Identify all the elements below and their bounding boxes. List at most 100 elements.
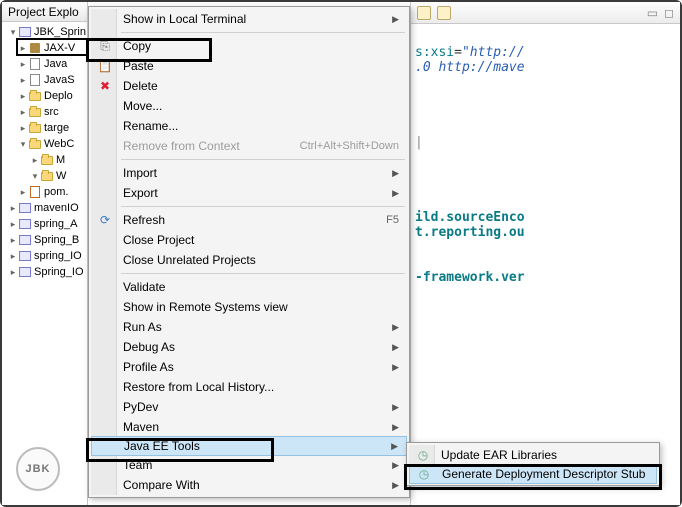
tree-item[interactable]: ▸mavenIO xyxy=(2,200,87,216)
menu-item-remove-from-context: Remove from ContextCtrl+Alt+Shift+Down xyxy=(91,136,407,156)
toolbar-button-icon[interactable] xyxy=(437,6,451,20)
tree-item-selected[interactable]: ▾ JBK_Sprin xyxy=(2,24,87,40)
tree-item[interactable]: ▸targe xyxy=(2,120,87,136)
action-icon: ◷ xyxy=(415,447,431,463)
menu-item-show-in-remote-systems-view[interactable]: Show in Remote Systems view xyxy=(91,297,407,317)
tree-label: JavaS xyxy=(44,74,75,86)
submenu-item-generate-deployment-descriptor-stub[interactable]: ◷Generate Deployment Descriptor Stub xyxy=(409,464,657,484)
expand-icon: ▸ xyxy=(18,59,28,70)
menu-item-validate[interactable]: Validate xyxy=(91,277,407,297)
menu-item-delete[interactable]: ✖Delete xyxy=(91,76,407,96)
menu-item-label: Team xyxy=(123,458,384,472)
context-menu: Show in Local Terminal▶ ⎘Copy 📋 Paste ✖Delet… xyxy=(88,6,410,498)
jfile-icon xyxy=(28,57,42,71)
maximize-icon[interactable]: ◻ xyxy=(664,6,674,20)
tree-item[interactable]: ▸Spring_IO xyxy=(2,264,87,280)
menu-item-label: Validate xyxy=(123,280,399,294)
project-explorer-pane: Project Explo ▾ JBK_Sprin ▸JAX-V▸Java▸Ja… xyxy=(2,2,88,505)
tree-label: pom. xyxy=(44,186,68,198)
menu-item-refresh[interactable]: ⟳RefreshF5 xyxy=(91,210,407,230)
menu-item-profile-as[interactable]: Profile As ▶ xyxy=(91,357,407,377)
tree-label: Deplo xyxy=(44,90,73,102)
submenu-item-update-ear-libraries[interactable]: ◷Update EAR Libraries xyxy=(409,445,657,465)
menu-item-label: Maven xyxy=(123,420,384,434)
editor-code: s:xsi="http:// .0 http://mave | ild.sour… xyxy=(411,24,680,306)
menu-item-label: Import xyxy=(123,166,384,180)
tree-item[interactable]: ▸M xyxy=(2,152,87,168)
tree-item[interactable]: ▾W xyxy=(2,168,87,184)
expand-icon: ▸ xyxy=(18,91,28,102)
folder-icon xyxy=(28,121,42,135)
folder-icon xyxy=(28,137,42,151)
menu-separator xyxy=(121,159,405,160)
menu-item-compare-with[interactable]: Compare With▶ xyxy=(91,475,407,495)
submenu-arrow-icon: ▶ xyxy=(392,480,399,491)
minimize-icon[interactable]: ▭ xyxy=(647,6,658,20)
menu-item-rename[interactable]: Rename... xyxy=(91,116,407,136)
menu-item-run-as[interactable]: Run As▶ xyxy=(91,317,407,337)
submenu-arrow-icon: ▶ xyxy=(392,402,399,413)
tree-label: WebC xyxy=(44,138,74,150)
tree-item[interactable]: ▸ pom. xyxy=(2,184,87,200)
menu-item-copy[interactable]: ⎘Copy xyxy=(91,36,407,56)
menu-item-close-unrelated-projects[interactable]: Close Unrelated Projects xyxy=(91,250,407,270)
tree-item[interactable]: ▸JavaS xyxy=(2,72,87,88)
submenu-arrow-icon: ▶ xyxy=(392,422,399,433)
submenu-arrow-icon: ▶ xyxy=(392,168,399,179)
menu-item-label: Close Unrelated Projects xyxy=(123,253,399,267)
tree-item[interactable]: ▸spring_A xyxy=(2,216,87,232)
menu-separator xyxy=(121,273,405,274)
menu-item-pydev[interactable]: PyDev▶ xyxy=(91,397,407,417)
menu-item-show-in-local-terminal[interactable]: Show in Local Terminal▶ xyxy=(91,9,407,29)
menu-item-maven[interactable]: Maven ▶ xyxy=(91,417,407,437)
menu-item-export[interactable]: Export▶ xyxy=(91,183,407,203)
submenu-arrow-icon: ▶ xyxy=(392,460,399,471)
folder-icon xyxy=(40,153,54,167)
proj-icon xyxy=(18,265,32,279)
tree-item[interactable]: ▸ Java xyxy=(2,56,87,72)
tree-label: JBK_Sprin xyxy=(34,26,86,38)
menu-item-close-project[interactable]: Close Project xyxy=(91,230,407,250)
proj-icon xyxy=(18,249,32,263)
menu-item-label: Profile As xyxy=(123,360,384,374)
tree-item[interactable]: ▾WebC xyxy=(2,136,87,152)
menu-item-label: Refresh xyxy=(123,213,386,227)
tree-item[interactable]: ▸ Deplo xyxy=(2,88,87,104)
folder-icon xyxy=(28,105,42,119)
tree-label: mavenIO xyxy=(34,202,79,214)
menu-item-import[interactable]: Import ▶ xyxy=(91,163,407,183)
expand-icon: ▾ xyxy=(8,27,18,38)
menu-item-paste[interactable]: 📋 Paste xyxy=(91,56,407,76)
proj-icon xyxy=(18,201,32,215)
tree-item[interactable]: ▸src xyxy=(2,104,87,120)
menu-item-restore-from-local-history[interactable]: Restore from Local History... xyxy=(91,377,407,397)
tree-label: W xyxy=(56,170,66,182)
submenu-arrow-icon: ▶ xyxy=(392,362,399,373)
menu-item-debug-as[interactable]: Debug As▶ xyxy=(91,337,407,357)
menu-item-label: Paste xyxy=(123,59,399,73)
tree-item[interactable]: ▸spring_IO xyxy=(2,248,87,264)
menu-item-team[interactable]: Team ▶ xyxy=(91,455,407,475)
tree-label: JAX-V xyxy=(44,42,75,54)
paste-icon: 📋 xyxy=(97,58,113,74)
proj-icon xyxy=(18,217,32,231)
java-ee-tools-submenu: ◷Update EAR Libraries◷Generate Deploymen… xyxy=(406,442,660,486)
tree-item[interactable]: ▸Spring_B xyxy=(2,232,87,248)
action-icon: ◷ xyxy=(416,466,432,482)
xmlf-icon xyxy=(28,185,42,199)
menu-item-move[interactable]: Move... xyxy=(91,96,407,116)
menu-item-label: Rename... xyxy=(123,119,399,133)
tree-label: Java xyxy=(44,58,67,70)
expand-icon: ▸ xyxy=(18,187,28,198)
menu-item-label: Move... xyxy=(123,99,399,113)
menu-item-label: Close Project xyxy=(123,233,399,247)
menu-item-java-ee-tools[interactable]: Java EE Tools▶ xyxy=(91,436,407,456)
expand-icon: ▸ xyxy=(8,219,18,230)
menu-item-accelerator: Ctrl+Alt+Shift+Down xyxy=(300,140,399,152)
project-explorer-title: Project Explo xyxy=(2,2,87,22)
expand-icon: ▸ xyxy=(8,267,18,278)
tree-item[interactable]: ▸JAX-V xyxy=(2,40,87,56)
menu-item-label: Debug As xyxy=(123,340,384,354)
toolbar-button-icon[interactable] xyxy=(417,6,431,20)
refresh-icon: ⟳ xyxy=(97,212,113,228)
